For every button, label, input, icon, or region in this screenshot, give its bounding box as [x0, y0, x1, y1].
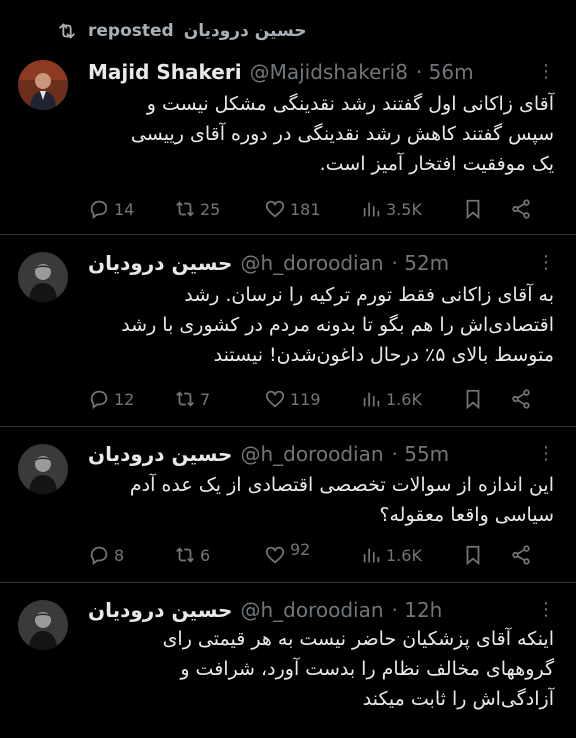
reply-icon [90, 546, 108, 565]
repost-count: 7 [200, 389, 211, 409]
text-line: یک موفقیت افتخار آمیز است. [319, 153, 554, 175]
timestamp[interactable]: · 12h [392, 598, 443, 622]
action-bar: 14 25 181 3.5K [88, 196, 558, 222]
more-icon[interactable]: ⋮ [536, 600, 556, 620]
text-line: سیاسی واقعا معقوله؟ [379, 504, 554, 526]
bookmark-button[interactable] [462, 198, 510, 220]
author-name[interactable]: حسین درودیان [88, 442, 232, 466]
like-count: 181 [290, 199, 321, 219]
share-button[interactable] [510, 388, 534, 410]
views-count: 1.6K [386, 389, 422, 409]
repost-button[interactable]: 25 [174, 198, 264, 220]
divider [0, 426, 576, 427]
like-button[interactable]: 181 [264, 198, 360, 220]
reply-count: 14 [114, 199, 135, 219]
text-line: آزادگی‌اش را ثابت میکند [362, 688, 554, 710]
author-name[interactable]: حسین درودیان [88, 598, 232, 622]
tweet-text: آقای زاکانی اول گفتند رشد نقدینگی مشکل ن… [88, 89, 554, 179]
like-button[interactable]: 119 [264, 388, 360, 410]
reply-button[interactable]: 12 [88, 388, 174, 410]
avatar[interactable] [18, 252, 68, 302]
text-line: به آقای زاکانی فقط تورم ترکیه را نرسان. … [184, 284, 554, 306]
reply-count: 8 [114, 545, 125, 565]
bookmark-button[interactable] [462, 544, 510, 566]
avatar[interactable] [18, 60, 68, 110]
reply-count: 12 [114, 389, 135, 409]
repost-icon [176, 547, 194, 563]
repost-count: 6 [200, 545, 211, 565]
like-count: 92 [290, 539, 311, 559]
share-icon [512, 199, 530, 219]
more-icon[interactable]: ⋮ [536, 253, 556, 273]
author-handle[interactable]: @h_doroodian [240, 251, 383, 275]
repost-button[interactable]: 7 [174, 388, 264, 410]
share-button[interactable] [510, 544, 534, 566]
reply-icon [90, 200, 108, 219]
reply-button[interactable]: 14 [88, 198, 174, 220]
avatar[interactable] [18, 600, 68, 650]
author-handle[interactable]: @h_doroodian [240, 442, 383, 466]
share-icon [512, 389, 530, 409]
bookmark-icon [466, 389, 480, 410]
action-bar: 8 6 92 1.6K [88, 540, 558, 568]
author-handle[interactable]: @Majidshakeri8 [250, 60, 408, 84]
repost-user[interactable]: حسین درودیان [184, 21, 307, 41]
author-handle[interactable]: @h_doroodian [240, 598, 383, 622]
views-icon [363, 548, 380, 563]
views-count: 1.6K [386, 545, 422, 565]
tweet-text: به آقای زاکانی فقط تورم ترکیه را نرسان. … [88, 280, 554, 370]
timestamp[interactable]: · 52m [392, 251, 450, 275]
repost-icon [176, 201, 194, 217]
action-bar: 12 7 119 1.6K [88, 386, 558, 412]
like-count: 119 [290, 389, 321, 409]
views-button[interactable]: 1.6K [360, 388, 462, 410]
views-icon [363, 392, 380, 407]
author-name[interactable]: حسین درودیان [88, 251, 232, 275]
reply-icon [90, 390, 108, 409]
more-icon[interactable]: ⋮ [536, 444, 556, 464]
repost-icon [59, 23, 75, 39]
repost-label: reposted [88, 21, 174, 41]
timestamp[interactable]: · 56m [416, 60, 474, 84]
text-line: این اندازه از سوالات تخصصی اقتصادی از یک… [129, 474, 554, 496]
heart-icon [265, 390, 285, 408]
bookmark-icon [466, 199, 480, 220]
author-name[interactable]: Majid Shakeri [88, 60, 242, 84]
divider [0, 234, 576, 235]
avatar[interactable] [18, 444, 68, 494]
views-icon [363, 202, 380, 217]
repost-button[interactable]: 6 [174, 544, 264, 566]
timestamp[interactable]: · 55m [392, 442, 450, 466]
text-line: آقای زاکانی اول گفتند رشد نقدینگی مشکل ن… [146, 93, 554, 115]
bookmark-button[interactable] [462, 388, 510, 410]
like-button[interactable]: 92 [264, 540, 360, 566]
views-button[interactable]: 3.5K [360, 198, 462, 220]
tweet-text: اینکه آقای پزشکیان حاضر نیست به هر قیمتی… [88, 624, 554, 714]
heart-icon [265, 546, 285, 564]
views-count: 3.5K [386, 199, 422, 219]
more-icon[interactable]: ⋮ [536, 62, 556, 82]
repost-count: 25 [200, 199, 221, 219]
repost-indicator[interactable]: reposted حسین درودیان [56, 18, 307, 44]
views-button[interactable]: 1.6K [360, 544, 462, 566]
repost-icon [176, 391, 194, 407]
text-line: اقتصادی‌اش را هم بگو تا بدونه مردم در کش… [121, 314, 554, 336]
heart-icon [265, 200, 285, 218]
text-line: اینکه آقای پزشکیان حاضر نیست به هر قیمتی… [162, 628, 554, 650]
divider [0, 582, 576, 583]
text-line: گروههای مخالف نظام را بدست آورد، شرافت و [180, 658, 554, 680]
bookmark-icon [466, 545, 480, 566]
tweet-text: این اندازه از سوالات تخصصی اقتصادی از یک… [88, 470, 554, 530]
text-line: متوسط بالای ۵٪ درحال داغون‌شدن! نیستند [213, 344, 554, 366]
reply-button[interactable]: 8 [88, 544, 174, 566]
share-icon [512, 545, 530, 565]
share-button[interactable] [510, 198, 534, 220]
text-line: سپس گفتند کاهش رشد نقدینگی در دوره آقای … [130, 123, 554, 145]
